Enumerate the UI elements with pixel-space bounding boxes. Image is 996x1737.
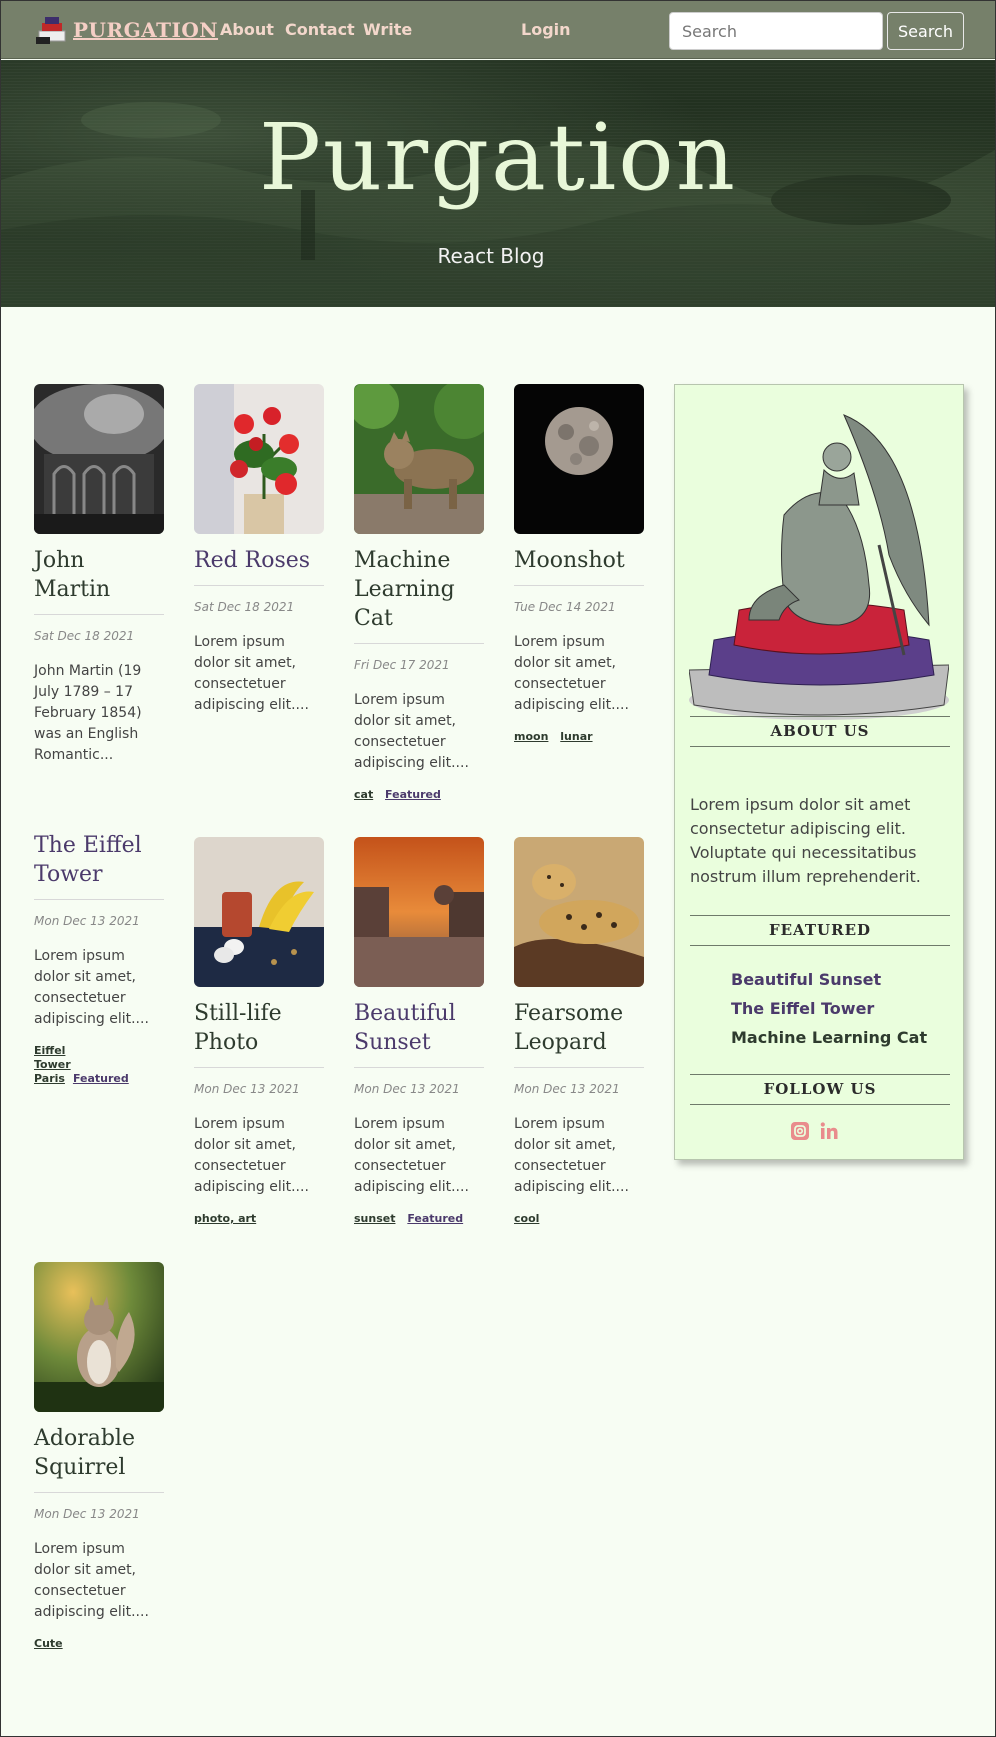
post-tags: cat Featured (354, 788, 484, 802)
hero-subtitle: React Blog (437, 244, 545, 268)
post-title[interactable]: Still-life Photo (194, 999, 324, 1068)
tag-link[interactable]: cool (514, 1212, 539, 1225)
featured-item[interactable]: Machine Learning Cat (731, 1023, 951, 1052)
brand-name[interactable]: PURGATION (73, 18, 218, 42)
post-description: Lorem ipsum dolor sit amet, consectetuer… (514, 634, 629, 713)
social-icons (790, 1121, 839, 1145)
post-date: Mon Dec 13 2021 (34, 914, 140, 928)
post-tags: sunset Featured (354, 1212, 484, 1226)
post-title[interactable]: Red Roses (194, 546, 324, 586)
post-image[interactable] (34, 384, 164, 534)
nav-contact-link[interactable]: Contact (285, 20, 355, 39)
nav-about-link[interactable]: About (220, 20, 274, 39)
post-date: Fri Dec 17 2021 (354, 658, 450, 672)
post-title[interactable]: Adorable Squirrel (34, 1424, 164, 1493)
post-image[interactable] (34, 1262, 164, 1412)
tag-link[interactable]: moon (514, 730, 548, 743)
post-card[interactable]: Adorable Squirrel Mon Dec 13 2021 Lorem … (34, 1262, 164, 1651)
post-tags: Eiffel TowerParis Featured (34, 1044, 164, 1086)
post-date: Mon Dec 13 2021 (34, 1507, 140, 1521)
featured-list: Beautiful Sunset The Eiffel Tower Machin… (731, 965, 951, 1052)
post-date: Sat Dec 18 2021 (194, 600, 295, 614)
post-title[interactable]: Fearsome Leopard (514, 999, 644, 1068)
follow-us-heading: FOLLOW US (690, 1074, 950, 1105)
post-description: Lorem ipsum dolor sit amet, consectetuer… (34, 948, 149, 1027)
post-card[interactable]: Machine Learning Cat Fri Dec 17 2021 Lor… (354, 384, 484, 802)
post-card[interactable]: Moonshot Tue Dec 14 2021 Lorem ipsum dol… (514, 384, 644, 744)
tag-link[interactable]: Eiffel Tower (34, 1044, 71, 1072)
post-card[interactable]: Beautiful Sunset Mon Dec 13 2021 Lorem i… (354, 837, 484, 1226)
tag-link[interactable]: Featured (73, 1072, 129, 1085)
post-image[interactable] (194, 384, 324, 534)
post-description: Lorem ipsum dolor sit amet, consectetuer… (194, 1116, 309, 1195)
post-card[interactable]: The Eiffel Tower Mon Dec 13 2021 Lorem i… (34, 819, 164, 1086)
nav-write-link[interactable]: Write (363, 20, 412, 39)
featured-item[interactable]: The Eiffel Tower (731, 994, 951, 1023)
post-description: Lorem ipsum dolor sit amet, consectetuer… (34, 1541, 149, 1620)
post-description: Lorem ipsum dolor sit amet, consectetuer… (194, 634, 309, 713)
post-title[interactable]: John Martin (34, 546, 164, 615)
post-title[interactable]: Machine Learning Cat (354, 546, 484, 644)
about-us-heading: ABOUT US (690, 716, 950, 747)
post-description: Lorem ipsum dolor sit amet, consectetuer… (354, 1116, 469, 1195)
tag-link[interactable]: cat (354, 788, 373, 801)
sidebar-angel-statue-image (689, 414, 949, 720)
tag-link[interactable]: Paris (34, 1072, 65, 1085)
tag-link[interactable]: Featured (385, 788, 441, 801)
post-image[interactable] (354, 384, 484, 534)
featured-heading: FEATURED (690, 915, 950, 946)
nav-login-link[interactable]: Login (521, 20, 571, 39)
instagram-icon[interactable] (790, 1121, 810, 1141)
post-image[interactable] (354, 837, 484, 987)
post-title[interactable]: Moonshot (514, 546, 644, 586)
search-input[interactable] (669, 12, 883, 50)
tag-link[interactable]: sunset (354, 1212, 395, 1225)
tag-link[interactable]: photo, art (194, 1212, 256, 1225)
post-card[interactable]: Still-life Photo Mon Dec 13 2021 Lorem i… (194, 837, 324, 1226)
post-date: Sat Dec 18 2021 (34, 629, 135, 643)
linkedin-icon[interactable] (819, 1121, 839, 1141)
post-tags: photo, art (194, 1212, 324, 1226)
post-card[interactable]: John Martin Sat Dec 18 2021 John Martin … (34, 384, 164, 766)
post-description: Lorem ipsum dolor sit amet, consectetuer… (354, 692, 469, 771)
post-tags: Cute (34, 1637, 164, 1651)
post-tags: cool (514, 1212, 644, 1226)
sidebar: ABOUT US Lorem ipsum dolor sit amet cons… (674, 384, 964, 1160)
post-date: Mon Dec 13 2021 (354, 1082, 460, 1096)
post-date: Tue Dec 14 2021 (514, 600, 616, 614)
post-description: Lorem ipsum dolor sit amet, consectetuer… (514, 1116, 629, 1195)
post-image[interactable] (514, 384, 644, 534)
featured-item[interactable]: Beautiful Sunset (731, 965, 951, 994)
brand-logo-icon[interactable] (33, 13, 73, 45)
post-title[interactable]: Beautiful Sunset (354, 999, 484, 1068)
tag-link[interactable]: Cute (34, 1637, 63, 1650)
post-date: Mon Dec 13 2021 (514, 1082, 620, 1096)
hero-banner: Purgation React Blog (1, 60, 995, 307)
about-us-text: Lorem ipsum dolor sit amet consectetur a… (690, 795, 921, 886)
post-tags: moon lunar (514, 730, 644, 744)
navbar: PURGATION About Contact Write Login Sear… (1, 1, 995, 59)
post-image[interactable] (514, 837, 644, 987)
post-description: John Martin (19 July 1789 – 17 February … (34, 663, 142, 763)
post-title[interactable]: The Eiffel Tower (34, 831, 164, 900)
post-date: Mon Dec 13 2021 (194, 1082, 300, 1096)
post-image[interactable] (194, 837, 324, 987)
search-button[interactable]: Search (887, 12, 964, 50)
post-card[interactable]: Red Roses Sat Dec 18 2021 Lorem ipsum do… (194, 384, 324, 716)
tag-link[interactable]: Featured (407, 1212, 463, 1225)
hero-title: Purgation (259, 104, 737, 211)
tag-link[interactable]: lunar (560, 730, 592, 743)
post-card[interactable]: Fearsome Leopard Mon Dec 13 2021 Lorem i… (514, 837, 644, 1226)
